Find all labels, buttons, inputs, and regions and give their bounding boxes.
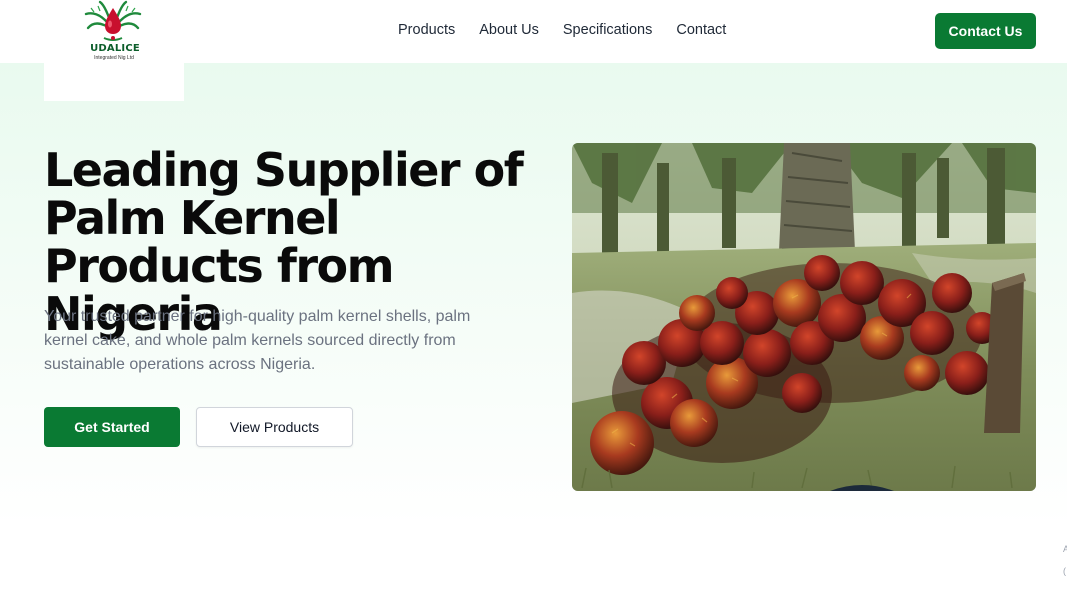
contact-us-button[interactable]: Contact Us — [935, 13, 1036, 49]
brand-tagline: Integrated Nig Ltd — [94, 55, 134, 61]
edge-glyph-1: A — [1063, 544, 1067, 554]
hero-description: Your trusted partner for high-quality pa… — [44, 308, 471, 373]
get-started-button[interactable]: Get Started — [44, 407, 180, 447]
nav-link-contact[interactable]: Contact — [676, 22, 726, 38]
brand-logo[interactable]: UDALICE Integrated Nig Ltd — [44, 0, 184, 101]
view-products-button[interactable]: View Products — [196, 407, 353, 447]
brand-name: UDALICE — [90, 43, 140, 54]
nav-link-about-us[interactable]: About Us — [479, 22, 539, 38]
palm-oil-drop-logo-icon — [84, 0, 142, 41]
nav-link-products[interactable]: Products — [398, 22, 455, 38]
edge-glyph-2: ( — [1063, 566, 1066, 576]
palm-fruit-bunches-photo — [572, 143, 1036, 491]
nav-link-specifications[interactable]: Specifications — [563, 22, 652, 38]
main-nav: Products About Us Specifications Contact — [398, 22, 726, 38]
